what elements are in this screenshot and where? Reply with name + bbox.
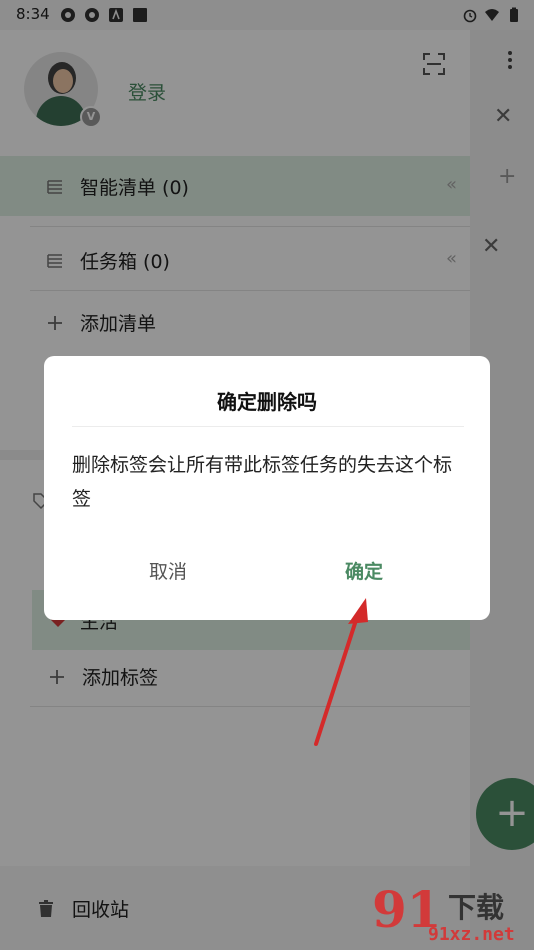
watermark-cn: 下载 xyxy=(448,891,505,924)
watermark: 91 下载 91xz.net xyxy=(372,880,534,950)
annotation-arrow xyxy=(314,598,368,746)
watermark-site: 91xz.net xyxy=(428,924,515,945)
